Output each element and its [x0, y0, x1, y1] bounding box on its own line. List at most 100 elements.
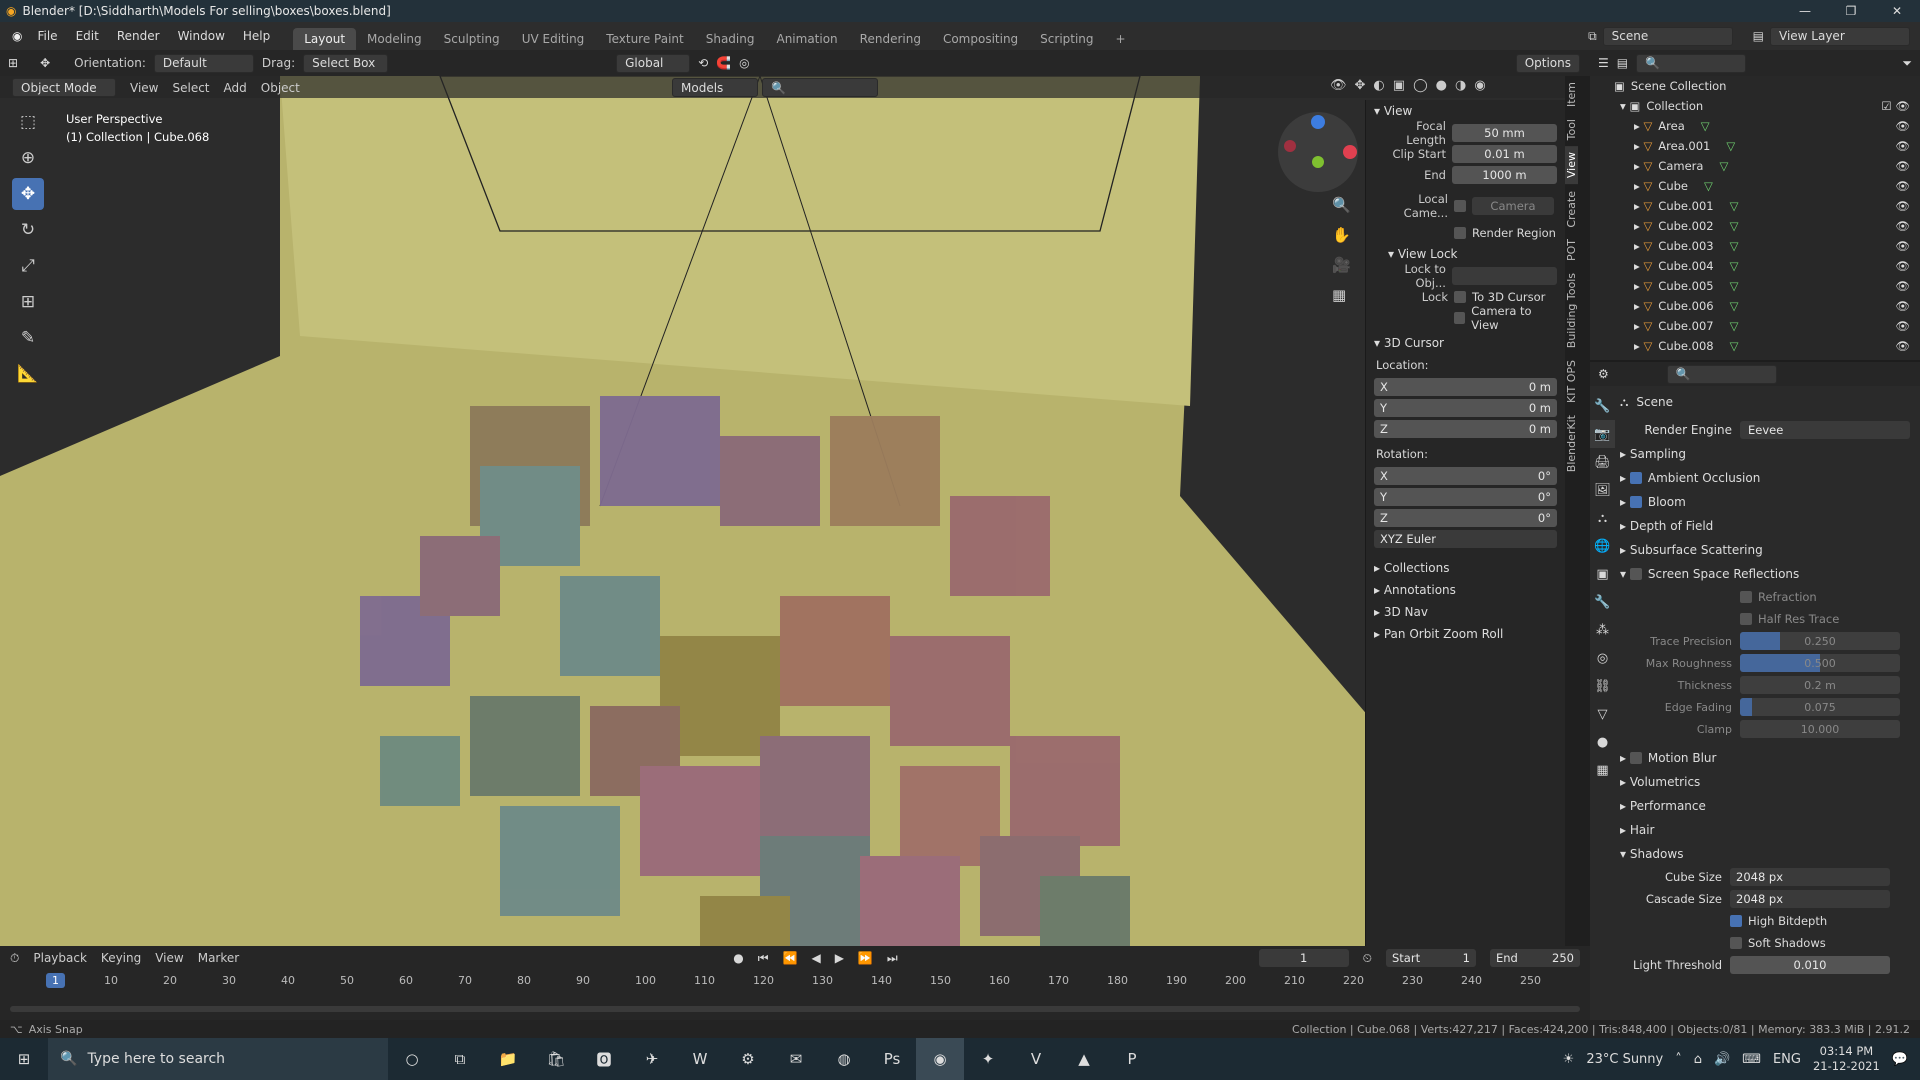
data-props-icon[interactable]: ▽	[1590, 700, 1615, 728]
outliner-item[interactable]: ▸ ▽ Cube.004 ▽ 👁	[1590, 256, 1920, 276]
constraints-props-icon[interactable]: ⛓	[1590, 672, 1615, 700]
collection-filter-dropdown[interactable]: Models	[672, 78, 758, 97]
render-section-0[interactable]: ▸ Sampling	[1620, 442, 1916, 466]
visibility-eye-icon[interactable]: 👁	[1895, 259, 1910, 273]
light-threshold-field[interactable]: 0.010	[1730, 956, 1890, 974]
powerpoint-icon[interactable]: P	[1108, 1038, 1156, 1080]
outliner-collection[interactable]: ▾ ▣ Collection ☑ 👁	[1590, 96, 1920, 116]
close-button[interactable]: ✕	[1874, 4, 1920, 18]
render-section-5[interactable]: ▾ Screen Space Reflections	[1620, 562, 1916, 586]
tab-create[interactable]: Create	[1565, 185, 1578, 234]
expand-icon[interactable]: ▸	[1620, 519, 1626, 533]
high-bitdepth-checkbox[interactable]	[1730, 915, 1742, 927]
3d-viewport[interactable]: Object Mode View Select Add Object Model…	[0, 76, 1565, 946]
properties-editor-icon[interactable]: ⚙	[1598, 367, 1609, 381]
tab-building-tools[interactable]: Building Tools	[1565, 267, 1578, 354]
cursor-location-z[interactable]: Z0 m	[1374, 419, 1557, 438]
tab-view[interactable]: View	[1565, 146, 1578, 185]
menu-render[interactable]: Render	[108, 29, 169, 43]
visibility-eye-icon[interactable]: 👁	[1895, 319, 1910, 333]
pan-orbit-section[interactable]: ▸ Pan Orbit Zoom Roll	[1366, 623, 1565, 645]
app-icon[interactable]: ⚙	[724, 1038, 772, 1080]
section-checkbox[interactable]	[1629, 472, 1642, 484]
particles-props-icon[interactable]: ⁂	[1590, 616, 1615, 644]
blender-taskbar-icon[interactable]: ◉	[916, 1038, 964, 1080]
soft-shadows-checkbox[interactable]	[1730, 937, 1742, 949]
transform-tool-icon[interactable]: ⊞	[12, 286, 44, 318]
outliner-item[interactable]: ▸ ▽ Cube ▽ 👁	[1590, 176, 1920, 196]
tab-uv-editing[interactable]: UV Editing	[511, 28, 596, 50]
edge-fading-slider[interactable]: 0.075	[1740, 698, 1900, 716]
viewport-search-input[interactable]: 🔍	[762, 78, 878, 97]
visibility-eye-icon[interactable]: 👁	[1895, 219, 1910, 233]
clip-start-field[interactable]: 0.01 m	[1451, 144, 1557, 163]
visibility-icon[interactable]: 👁	[1330, 78, 1347, 93]
menu-help[interactable]: Help	[234, 29, 279, 43]
tab-texture-paint[interactable]: Texture Paint	[595, 28, 694, 50]
app-icon[interactable]: ✦	[964, 1038, 1012, 1080]
start-frame-field[interactable]: Start 1	[1386, 949, 1476, 967]
performance-section[interactable]: ▸ Performance	[1620, 794, 1916, 818]
scene-selector[interactable]: Scene	[1602, 26, 1733, 46]
tab-shading[interactable]: Shading	[695, 28, 766, 50]
tab-rendering[interactable]: Rendering	[849, 28, 932, 50]
tab-sculpting[interactable]: Sculpting	[433, 28, 511, 50]
move-tool-button-icon[interactable]: ✥	[12, 178, 44, 210]
expand-icon[interactable]: ▸	[1634, 179, 1640, 193]
camera-to-view-checkbox[interactable]	[1454, 311, 1466, 324]
chrome-icon[interactable]: ◍	[820, 1038, 868, 1080]
expand-icon[interactable]: ▸	[1634, 119, 1640, 133]
expand-icon[interactable]: ▸	[1634, 239, 1640, 253]
timeline-scrollbar[interactable]	[10, 1006, 1580, 1012]
collections-section[interactable]: ▸ Collections	[1366, 557, 1565, 579]
play-reverse-icon[interactable]: ◀	[811, 951, 820, 965]
snap-icon[interactable]: 🧲	[716, 56, 731, 70]
local-camera-checkbox[interactable]	[1454, 199, 1466, 212]
drag-dropdown[interactable]: Select Box	[303, 53, 389, 73]
shadows-section[interactable]: ▾ Shadows	[1620, 842, 1916, 866]
display-mode-icon[interactable]: ▤	[1617, 56, 1628, 70]
refraction-checkbox[interactable]	[1740, 591, 1752, 603]
menu-edit[interactable]: Edit	[67, 29, 108, 43]
tab-tool[interactable]: Tool	[1565, 113, 1578, 146]
outliner-item[interactable]: ▸ ▽ Cube.008 ▽ 👁	[1590, 336, 1920, 356]
tab-scripting[interactable]: Scripting	[1029, 28, 1104, 50]
cursor-location-x[interactable]: X0 m	[1374, 377, 1557, 396]
viewport-menu-select[interactable]: Select	[172, 81, 209, 95]
viewport-menu-object[interactable]: Object	[261, 81, 300, 95]
hair-section[interactable]: ▸ Hair	[1620, 818, 1916, 842]
cursor-section-header[interactable]: ▾ 3D Cursor	[1366, 332, 1565, 354]
thickness-slider[interactable]: 0.2 m	[1740, 676, 1900, 694]
outliner-search-input[interactable]: 🔍	[1636, 53, 1747, 73]
local-camera-field[interactable]: Camera	[1472, 196, 1554, 215]
timeline-editor-icon[interactable]: ⏱	[10, 951, 19, 966]
expand-icon[interactable]: ▸	[1634, 199, 1640, 213]
camera-view-icon[interactable]: 🎥	[1332, 256, 1351, 274]
render-section-3[interactable]: ▸ Depth of Field	[1620, 514, 1916, 538]
select-box-tool-icon[interactable]: ⬚	[12, 106, 44, 138]
cortana-icon[interactable]: ○	[388, 1038, 436, 1080]
outliner-item[interactable]: ▸ ▽ Cube.002 ▽ 👁	[1590, 216, 1920, 236]
expand-icon[interactable]: ▸	[1634, 139, 1640, 153]
physics-props-icon[interactable]: ◎	[1590, 644, 1615, 672]
expand-icon[interactable]: ▸	[1634, 279, 1640, 293]
shading-rendered-icon[interactable]: ◉	[1474, 78, 1485, 93]
marker-menu[interactable]: Marker	[198, 951, 239, 965]
weather-text[interactable]: 23°C Sunny	[1586, 1052, 1663, 1067]
playhead[interactable]: 1	[46, 973, 65, 988]
render-props-icon[interactable]: 📷	[1590, 420, 1615, 448]
tab-layout[interactable]: Layout	[293, 28, 357, 50]
expand-icon[interactable]: ▸	[1620, 543, 1626, 557]
xray-icon[interactable]: ▣	[1393, 78, 1405, 93]
ortho-grid-icon[interactable]: ▦	[1332, 286, 1351, 304]
language-indicator[interactable]: ENG	[1773, 1052, 1801, 1067]
outliner-item[interactable]: ▸ ▽ Cube.005 ▽ 👁	[1590, 276, 1920, 296]
focal-length-field[interactable]: 50 mm	[1451, 123, 1557, 142]
expand-icon[interactable]: ▸	[1620, 495, 1626, 509]
tool-props-icon[interactable]: 🔧	[1590, 392, 1615, 420]
max-roughness-slider[interactable]: 0.500	[1740, 654, 1900, 672]
outliner-scene-collection[interactable]: ▣ Scene Collection	[1590, 76, 1920, 96]
expand-icon[interactable]: ▸	[1634, 319, 1640, 333]
current-frame-field[interactable]: 1	[1258, 949, 1349, 967]
jump-key-forward-icon[interactable]: ⏩	[858, 951, 873, 965]
